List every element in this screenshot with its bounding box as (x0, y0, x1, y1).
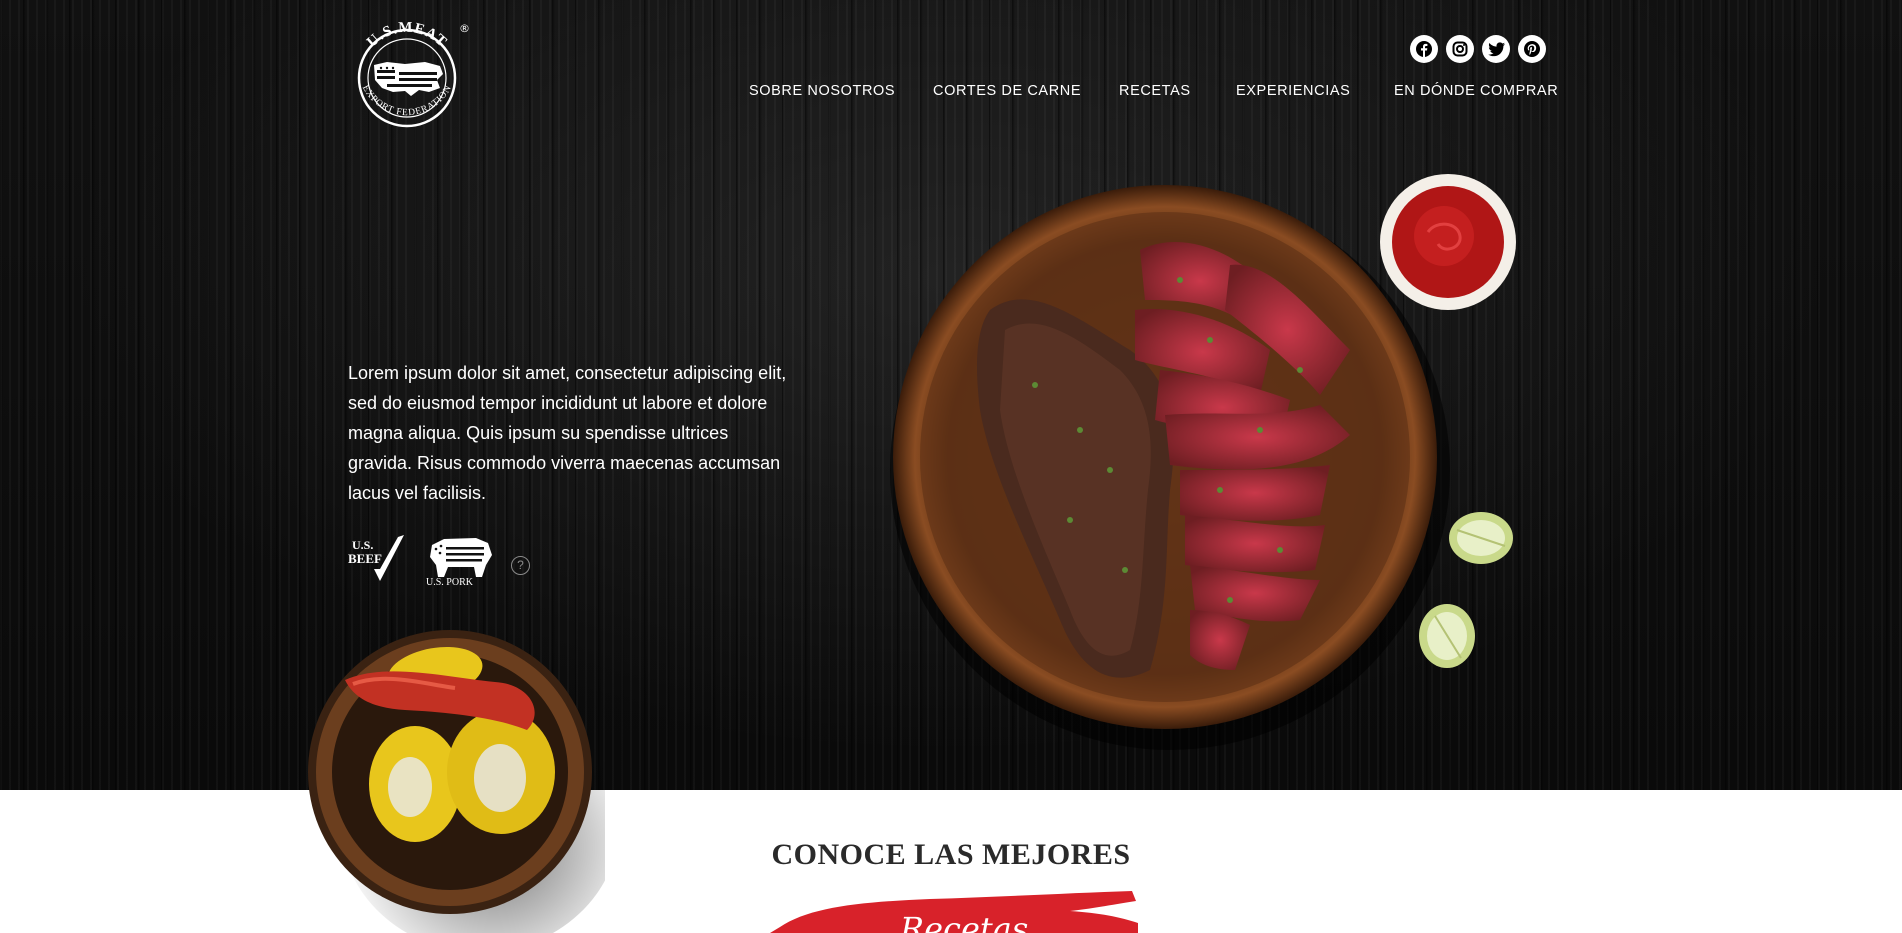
svg-text:U.S.MEAT: U.S.MEAT (364, 20, 450, 51)
hero-description: Lorem ipsum dolor sit amet, consectetur … (348, 363, 787, 503)
section-title: CONOCE LAS MEJORES (771, 838, 1131, 871)
lime-wedge-image-2 (1419, 604, 1475, 668)
nav-cortes-de-carne[interactable]: CORTES DE CARNE (933, 83, 1081, 99)
registered-mark: ® (459, 22, 470, 35)
us-pork-logo[interactable]: U.S. PORK (426, 533, 498, 590)
beef-bottom-text: BEEF (348, 551, 382, 566)
pinterest-icon[interactable] (1518, 35, 1546, 63)
beef-top-text: U.S. (352, 538, 373, 552)
facebook-icon[interactable] (1410, 35, 1438, 63)
pork-label: U.S. PORK (426, 577, 474, 585)
lime-wedge-image (1449, 512, 1513, 564)
steak-plate-image (890, 185, 1450, 750)
brush-text: Recetas (900, 910, 1029, 933)
social-links (1410, 35, 1546, 63)
instagram-icon[interactable] (1446, 35, 1474, 63)
recipes-section: CONOCE LAS MEJORES Recetas (0, 790, 1902, 933)
hero-section: U.S.MEAT EXPORT FEDERATION ® SOBRE NOSOT… (0, 0, 1902, 790)
nav-experiencias[interactable]: EXPERIENCIAS (1236, 83, 1350, 99)
twitter-icon[interactable] (1482, 35, 1510, 63)
corn-bowl-image (308, 630, 605, 933)
us-beef-logo[interactable]: U.S. BEEF (348, 533, 406, 590)
logo-top-text: U.S.MEAT (364, 20, 449, 51)
help-icon[interactable]: ? (511, 556, 530, 575)
usmef-logo[interactable]: U.S.MEAT EXPORT FEDERATION ® (347, 18, 471, 130)
nav-recetas[interactable]: RECETAS (1119, 83, 1191, 99)
nav-en-donde-comprar[interactable]: EN DÓNDE COMPRAR (1394, 83, 1558, 99)
ketchup-bowl-image (1380, 174, 1516, 310)
nav-sobre-nosotros[interactable]: SOBRE NOSOTROS (749, 83, 895, 99)
